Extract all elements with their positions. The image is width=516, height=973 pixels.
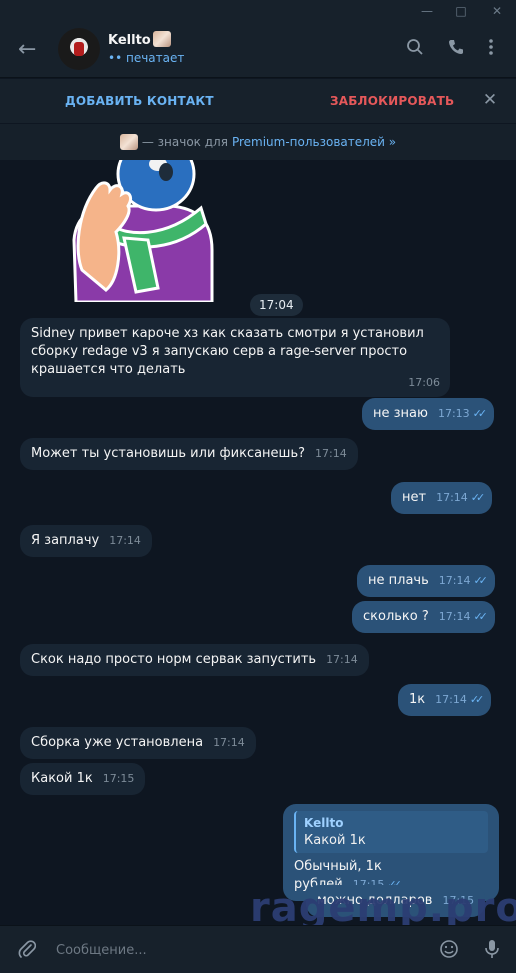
message-incoming[interactable]: Я заплачу 17:14	[20, 525, 152, 557]
minimize-icon[interactable]: —	[412, 0, 442, 22]
message-text: Sidney привет кароче хз как сказать смот…	[31, 326, 424, 377]
composer	[0, 925, 516, 973]
window-titlebar: — □ ✕	[0, 0, 516, 22]
microphone-icon[interactable]	[482, 939, 502, 961]
avatar[interactable]	[58, 28, 100, 70]
message-input[interactable]	[56, 940, 416, 960]
read-checkmarks-icon: ✓✓	[473, 610, 488, 623]
contact-name[interactable]: Kellto	[108, 31, 171, 48]
message-time: 17:14	[436, 491, 468, 504]
message-time: 17:14	[315, 447, 347, 460]
message-text: не знаю	[373, 406, 428, 421]
message-text: Сборка уже установлена	[31, 735, 204, 750]
block-button[interactable]: ЗАБЛОКИРОВАТЬ	[330, 94, 454, 108]
premium-emoji-icon	[152, 31, 171, 47]
telegram-window: — □ ✕ ← Kellto •• печатает ДОБАВИТЬ КОНТ…	[0, 0, 516, 973]
message-time: 17:13	[437, 407, 470, 420]
message-text: сколько ?	[363, 609, 429, 624]
read-checkmarks-icon: ✓✓	[473, 574, 488, 587]
message-incoming[interactable]: Может ты установишь или фиксанешь? 17:14	[20, 438, 358, 470]
message-text: Может ты установишь или фиксанешь?	[31, 446, 306, 461]
typing-status: •• печатает	[108, 51, 185, 65]
premium-notice: — значок для Premium-пользователей »	[0, 124, 516, 160]
message-text: нет	[402, 490, 427, 505]
message-text: Я заплачу	[31, 533, 100, 548]
premium-link[interactable]: Premium-пользователей »	[232, 135, 396, 149]
message-incoming[interactable]: Сборка уже установлена 17:14	[20, 727, 256, 759]
close-icon[interactable]: ✕	[482, 0, 512, 22]
attach-icon[interactable]	[16, 939, 38, 961]
message-incoming[interactable]: Скок надо просто норм сервак запустить 17…	[20, 644, 369, 676]
message-outgoing[interactable]: можно долларов 17:15	[306, 885, 486, 917]
message-outgoing[interactable]: сколько ? 17:14 ✓✓	[352, 601, 495, 633]
message-incoming[interactable]: Какой 1к 17:15	[20, 763, 146, 795]
message-incoming[interactable]: Sidney привет кароче хз как сказать смот…	[20, 318, 450, 397]
sticker-time: 17:04	[250, 294, 303, 316]
premium-notice-text: — значок для	[141, 135, 228, 149]
message-list[interactable]: 17:04 Sidney привет кароче хз как сказат…	[0, 160, 516, 925]
message-time: 17:14	[438, 574, 471, 587]
contact-name-text: Kellto	[108, 33, 151, 48]
reply-text: Какой 1к	[304, 833, 366, 848]
message-time: 17:14	[213, 736, 245, 749]
chat-header: ← Kellto •• печатает	[0, 22, 516, 78]
message-time: 17:06	[408, 376, 440, 389]
maximize-icon[interactable]: □	[446, 0, 476, 22]
emoji-icon[interactable]	[438, 939, 460, 961]
message-outgoing[interactable]: 1к 17:14 ✓✓	[398, 684, 492, 716]
read-checkmarks-icon: ✓✓	[472, 407, 488, 420]
phone-icon[interactable]	[445, 38, 467, 60]
action-bar: ДОБАВИТЬ КОНТАКТ ЗАБЛОКИРОВАТЬ ✕	[0, 79, 516, 123]
message-text: можно долларов	[317, 893, 433, 908]
message-time: 17:14	[435, 693, 467, 706]
message-time: 17:14	[109, 534, 141, 547]
message-outgoing[interactable]: не знаю 17:13 ✓✓	[362, 398, 495, 430]
message-text: Скок надо просто норм сервак запустить	[31, 652, 317, 667]
reply-quote[interactable]: Kellto Какой 1к	[294, 811, 488, 853]
message-time: 17:14	[438, 610, 471, 623]
add-contact-button[interactable]: ДОБАВИТЬ КОНТАКТ	[65, 94, 214, 108]
read-checkmarks-icon: ✓✓	[469, 693, 485, 706]
reply-author: Kellto	[304, 816, 344, 830]
message-text: Какой 1к	[31, 771, 93, 786]
close-icon[interactable]: ✕	[480, 90, 500, 110]
search-icon[interactable]	[404, 38, 426, 60]
back-arrow-icon[interactable]: ←	[18, 36, 46, 64]
message-outgoing[interactable]: нет 17:14 ✓✓	[391, 482, 493, 514]
message-text: 1к	[409, 692, 426, 707]
message-outgoing[interactable]: не плачь 17:14 ✓✓	[357, 565, 495, 597]
parrot-sticker[interactable]	[66, 160, 216, 302]
premium-emoji-icon	[119, 134, 138, 150]
message-time: 17:15	[442, 894, 475, 907]
message-time: 17:14	[326, 653, 358, 666]
read-checkmarks-icon: ✓✓	[470, 491, 486, 504]
message-text: не плачь	[368, 573, 429, 588]
more-icon[interactable]	[480, 38, 502, 60]
message-time: 17:15	[102, 772, 135, 785]
